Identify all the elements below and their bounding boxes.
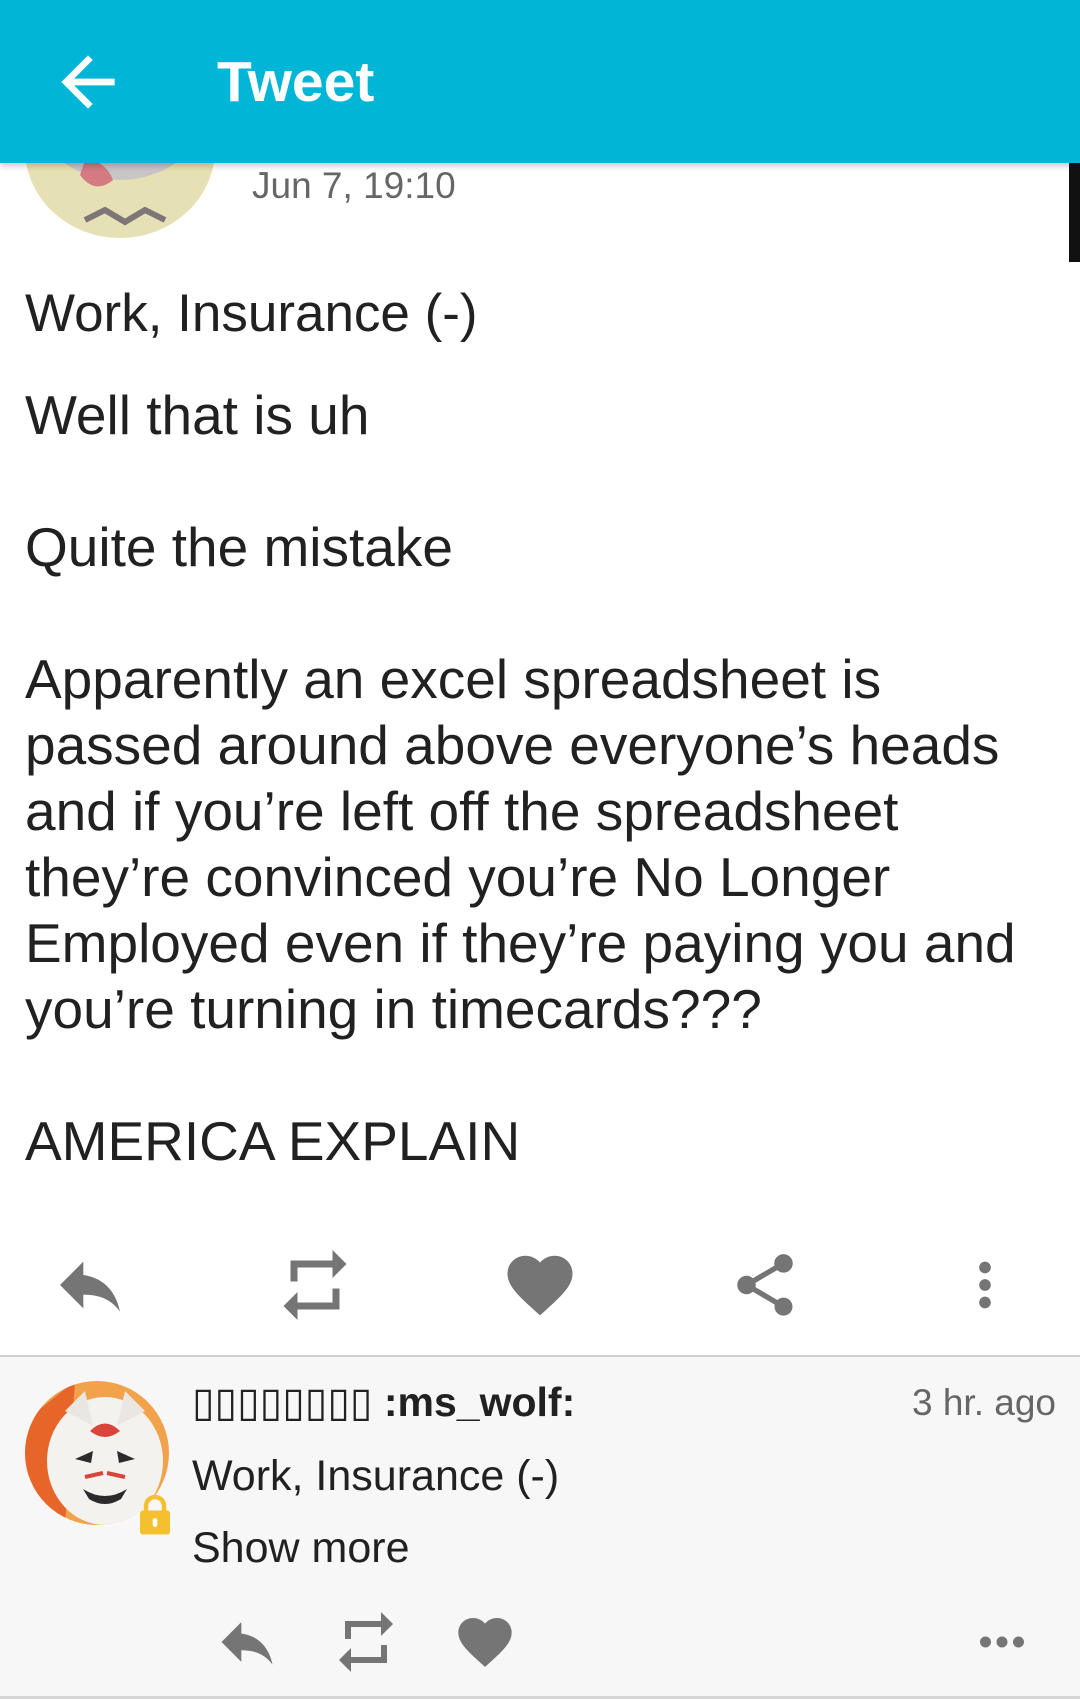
lock-icon [140, 1494, 170, 1535]
reply-action-bar [0, 1597, 1080, 1687]
share-button[interactable] [720, 1245, 810, 1325]
reply-status[interactable]: ▯▯▯▯▯▯▯▯ :ms_wolf: 3 hr. ago Work, Insur… [0, 1357, 1080, 1699]
status-action-bar [0, 1230, 1080, 1340]
more-options-button[interactable] [940, 1245, 1030, 1325]
favourite-button[interactable] [495, 1245, 585, 1325]
status-paragraph: Apparently an excel spreadsheet is passe… [25, 648, 1016, 1040]
favourite-icon [458, 1618, 512, 1667]
back-button[interactable] [48, 42, 128, 122]
boost-icon [339, 1612, 393, 1672]
boost-button[interactable] [270, 1245, 360, 1325]
reply-button[interactable] [45, 1245, 135, 1325]
favourite-icon [507, 1255, 573, 1316]
more-horiz-icon [980, 1636, 1024, 1648]
status-body: Well that is uh Quite the mistake Appare… [25, 382, 1060, 1174]
app-bar: Tweet [0, 0, 1080, 163]
reply-reply-button[interactable] [207, 1607, 287, 1677]
reply-content-warning: Work, Insurance (-) [192, 1452, 560, 1500]
reply-favourite-button[interactable] [445, 1607, 525, 1677]
reply-display-name[interactable]: ▯▯▯▯▯▯▯▯ :ms_wolf: [192, 1377, 575, 1427]
content-warning-text: Work, Insurance (-) [25, 284, 478, 343]
boost-icon [283, 1250, 347, 1320]
reply-timestamp: 3 hr. ago [911, 1382, 1056, 1423]
status-paragraph: Quite the mistake [25, 516, 453, 578]
scrollbar-thumb[interactable] [1069, 163, 1080, 262]
share-icon [737, 1254, 793, 1316]
status-paragraph: Well that is uh [25, 384, 370, 446]
page-title: Tweet [217, 50, 375, 114]
reply-icon [221, 1622, 273, 1665]
more-vert-icon [979, 1261, 991, 1309]
status-timestamp: Jun 7, 19:10 [252, 165, 456, 206]
show-more-button[interactable]: Show more [192, 1521, 409, 1575]
reply-more-button[interactable] [962, 1607, 1042, 1677]
reply-boost-button[interactable] [326, 1607, 406, 1677]
reply-icon [60, 1261, 120, 1312]
status-paragraph: AMERICA EXPLAIN [25, 1110, 521, 1172]
arrow-back-icon [61, 55, 115, 109]
